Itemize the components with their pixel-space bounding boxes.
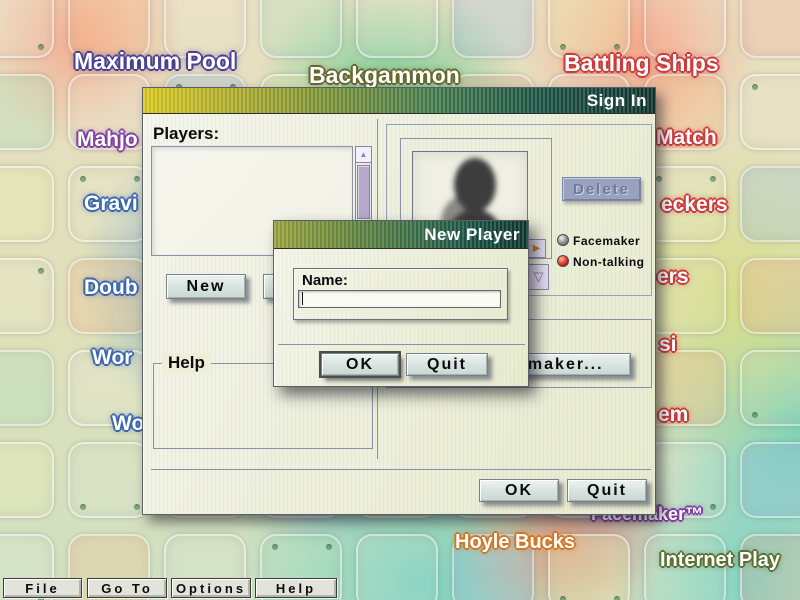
tile-pip-icon bbox=[752, 412, 758, 418]
delete-button[interactable]: Delete bbox=[562, 177, 641, 201]
bg-game-title[interactable]: Mahjo bbox=[77, 128, 138, 152]
bg-game-title[interactable]: si bbox=[659, 333, 677, 357]
bg-game-title[interactable]: ers bbox=[657, 265, 689, 289]
tile-pip-icon bbox=[134, 176, 140, 182]
bg-game-title[interactable]: Gravi bbox=[84, 192, 138, 216]
radio-facemaker[interactable] bbox=[557, 234, 569, 246]
radio-facemaker-label[interactable]: Facemaker bbox=[573, 234, 640, 248]
scroll-up-icon: ▲ bbox=[360, 150, 368, 159]
tile-pip-icon bbox=[326, 544, 332, 550]
face-scroll-down-button[interactable]: ▽ bbox=[528, 264, 549, 290]
sign-in-ok-button[interactable]: OK bbox=[479, 479, 559, 502]
sign-in-quit-button[interactable]: Quit bbox=[567, 479, 647, 502]
face-scroll-down-icon: ▽ bbox=[534, 269, 544, 285]
bg-game-title[interactable]: em bbox=[658, 403, 688, 427]
bg-game-title[interactable]: Battling Ships bbox=[564, 50, 719, 77]
bg-tile bbox=[0, 0, 54, 58]
button-separator bbox=[278, 344, 525, 345]
bg-game-title[interactable]: Wo bbox=[112, 412, 144, 436]
new-player-titlebar: New Player bbox=[274, 221, 528, 249]
tile-pip-icon bbox=[560, 596, 566, 600]
sign-in-title: Sign In bbox=[587, 88, 647, 114]
bg-tile bbox=[740, 74, 800, 150]
scrollbar-up-button[interactable]: ▲ bbox=[355, 146, 372, 163]
bg-tile bbox=[740, 258, 800, 334]
bg-tile bbox=[452, 0, 534, 58]
new-player-title: New Player bbox=[424, 221, 520, 249]
next-face-button[interactable]: ▶ bbox=[527, 239, 546, 258]
bg-game-title[interactable]: Maximum Pool bbox=[74, 48, 236, 75]
tile-pip-icon bbox=[614, 596, 620, 600]
tile-pip-icon bbox=[38, 44, 44, 50]
players-label: Players: bbox=[153, 124, 219, 144]
new-player-quit-button[interactable]: Quit bbox=[406, 353, 488, 376]
new-player-ok-button[interactable]: OK bbox=[321, 353, 399, 376]
bg-tile bbox=[356, 534, 438, 600]
bg-tile bbox=[0, 166, 54, 242]
bg-game-title[interactable]: eckers bbox=[661, 193, 728, 217]
tile-pip-icon bbox=[656, 176, 662, 182]
bg-tile bbox=[0, 350, 54, 426]
bg-tile bbox=[0, 442, 54, 518]
scrollbar-thumb[interactable] bbox=[357, 165, 370, 219]
tile-pip-icon bbox=[710, 504, 716, 510]
bg-tile bbox=[740, 166, 800, 242]
desktop-screen: Maximum Pool Backgammon Battling Ships M… bbox=[0, 0, 800, 600]
text-caret bbox=[302, 292, 303, 305]
menu-go-to[interactable]: Go To bbox=[87, 578, 167, 598]
tile-pip-icon bbox=[710, 176, 716, 182]
bg-tile bbox=[260, 0, 342, 58]
bg-tile bbox=[740, 442, 800, 518]
help-group-label: Help bbox=[162, 353, 211, 373]
menu-file[interactable]: File bbox=[3, 578, 82, 598]
bg-tile bbox=[68, 442, 150, 518]
bg-game-title[interactable]: Match bbox=[656, 126, 717, 150]
tile-pip-icon bbox=[38, 268, 44, 274]
sign-in-titlebar: Sign In bbox=[143, 88, 655, 114]
bg-tile bbox=[740, 350, 800, 426]
bg-label-internet-play: Internet Play bbox=[660, 549, 780, 572]
bg-label-hoyle-bucks: Hoyle Bucks bbox=[455, 531, 575, 554]
bg-tile bbox=[356, 0, 438, 58]
name-input[interactable] bbox=[298, 290, 501, 308]
bg-game-title[interactable]: Wor bbox=[92, 346, 132, 370]
bg-tile bbox=[0, 74, 54, 150]
name-label: Name: bbox=[302, 272, 348, 289]
bg-tile bbox=[740, 0, 800, 58]
bg-game-title[interactable]: Doub bbox=[84, 276, 138, 300]
tile-pip-icon bbox=[80, 504, 86, 510]
radio-non-talking-label[interactable]: Non-talking bbox=[573, 255, 645, 269]
menu-help[interactable]: Help bbox=[255, 578, 337, 598]
menu-options[interactable]: Options bbox=[171, 578, 251, 598]
new-player-dialog: New Player Name: OK Quit bbox=[273, 220, 529, 387]
tile-pip-icon bbox=[272, 544, 278, 550]
tile-pip-icon bbox=[752, 84, 758, 90]
tile-pip-icon bbox=[134, 504, 140, 510]
bg-game-title[interactable]: Backgammon bbox=[309, 62, 460, 89]
next-face-icon: ▶ bbox=[533, 243, 541, 254]
tile-pip-icon bbox=[80, 176, 86, 182]
new-button[interactable]: New bbox=[166, 274, 246, 299]
radio-non-talking[interactable] bbox=[557, 255, 569, 267]
bg-tile bbox=[0, 258, 54, 334]
footer-separator bbox=[151, 469, 651, 470]
